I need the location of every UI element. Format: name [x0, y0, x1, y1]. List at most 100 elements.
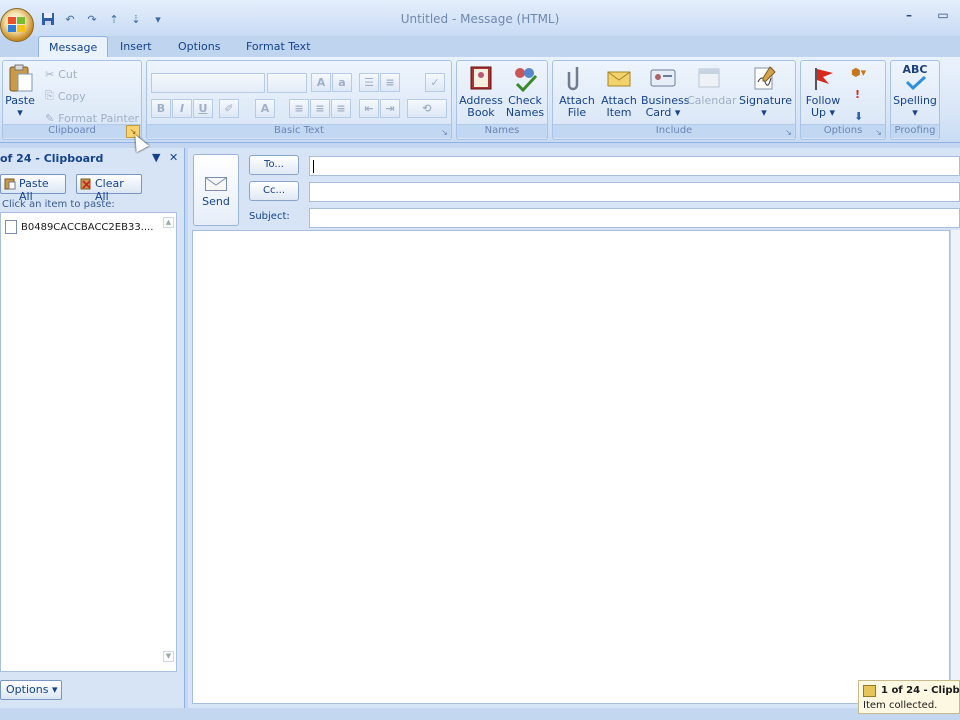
- clipboard-list-scrollbar[interactable]: ▲ ▼: [163, 217, 174, 662]
- bullets-icon[interactable]: ☰: [359, 73, 379, 92]
- tab-format-text[interactable]: Format Text: [236, 36, 321, 58]
- clipboard-notification-title: 1 of 24 - Clipbo: [881, 685, 960, 696]
- paperclip-icon: [563, 64, 591, 92]
- address-book-label-2: Book: [467, 106, 495, 119]
- shrink-font-icon[interactable]: a: [332, 73, 352, 92]
- high-importance-icon[interactable]: !: [855, 85, 860, 103]
- calendar-button[interactable]: Calendar: [687, 64, 736, 124]
- increase-indent-icon[interactable]: ⇥: [380, 99, 400, 118]
- copy-icon: ⎘: [45, 89, 54, 102]
- align-center-icon[interactable]: ≡: [310, 99, 330, 118]
- clipboard-notification-text: Item collected.: [863, 700, 938, 711]
- font-size-box[interactable]: [267, 73, 307, 93]
- basic-text-group: A a ☰ ≡ ✓ B I U ✐ A ≡ ≡ ≡ ⇤ ⇥ ⟲ Basic Te…: [146, 60, 452, 140]
- italic-icon[interactable]: I: [172, 99, 192, 118]
- clipboard-task-pane: of 24 - Clipboard ▼ ✕ Paste All Clear Al…: [0, 148, 185, 708]
- window-title: Untitled - Message (HTML): [400, 12, 560, 26]
- font-name-box[interactable]: [151, 73, 265, 93]
- clear-all-button[interactable]: Clear All: [76, 174, 142, 203]
- business-card-button[interactable]: Business Card ▾: [641, 64, 690, 124]
- office-button[interactable]: [0, 8, 34, 42]
- copy-button[interactable]: ⎘ Copy: [45, 87, 86, 105]
- format-painter-label: Format Painter: [58, 111, 139, 125]
- paste-label: Paste: [5, 94, 35, 107]
- proofing-group-label: Proofing: [891, 124, 939, 138]
- styles-icon[interactable]: ✓: [425, 73, 445, 92]
- calendar-label: Calendar: [687, 94, 737, 107]
- basic-text-launcher-icon[interactable]: ↘: [439, 127, 450, 138]
- bold-icon[interactable]: B: [151, 99, 171, 118]
- cut-button[interactable]: ✂ Cut: [45, 65, 77, 83]
- numbering-icon[interactable]: ≡: [380, 73, 400, 92]
- address-book-button[interactable]: Address Book: [459, 64, 503, 124]
- check-names-button[interactable]: Check Names: [503, 64, 547, 124]
- send-envelope-icon: [205, 177, 227, 191]
- proofing-group: ABC Spelling ▾ Proofing: [890, 60, 940, 140]
- clear-formatting-icon[interactable]: ⟲: [407, 99, 447, 118]
- align-right-icon[interactable]: ≡: [331, 99, 351, 118]
- include-launcher-icon[interactable]: ↘: [783, 127, 794, 138]
- clipboard-notification-icon: [863, 685, 876, 697]
- attach-file-button[interactable]: Attach File: [555, 64, 599, 124]
- clipboard-options-button[interactable]: Options ▾: [0, 680, 62, 700]
- cc-field[interactable]: [309, 182, 960, 202]
- abc-text: ABC: [902, 63, 928, 76]
- options-group: Follow Up ▾ ⬢▾ ! ⬇ Options ↘: [800, 60, 886, 140]
- message-body[interactable]: [192, 230, 950, 704]
- subject-label: Subject:: [249, 211, 290, 222]
- business-card-label-2: Card ▾: [645, 106, 681, 119]
- send-label: Send: [202, 195, 230, 208]
- paste-button[interactable]: Paste ▾: [3, 64, 37, 124]
- flag-icon: [809, 64, 837, 92]
- clipboard-pane-title: of 24 - Clipboard: [0, 152, 104, 165]
- spelling-button[interactable]: ABC Spelling ▾: [893, 64, 937, 124]
- ribbon: Paste ▾ ✂ Cut ⎘ Copy ✎ Format Painter Cli…: [0, 57, 960, 143]
- paste-all-icon: [4, 178, 16, 190]
- send-button[interactable]: Send: [193, 154, 239, 226]
- font-color-icon[interactable]: A: [255, 99, 275, 118]
- paste-all-button[interactable]: Paste All: [0, 174, 66, 203]
- names-group: Address Book Check Names Names: [456, 60, 548, 140]
- follow-up-button[interactable]: Follow Up ▾: [801, 64, 845, 124]
- attach-item-label-2: Item: [606, 106, 632, 119]
- subject-field[interactable]: [309, 208, 960, 228]
- attach-item-button[interactable]: Attach Item: [597, 64, 641, 124]
- decrease-indent-icon[interactable]: ⇤: [359, 99, 379, 118]
- check-names-icon: [511, 64, 539, 93]
- maximize-button[interactable]: ▭: [926, 8, 960, 28]
- signature-label: Signature: [739, 94, 793, 107]
- paste-icon: [6, 64, 34, 92]
- highlight-icon[interactable]: ✐: [219, 99, 239, 118]
- options-launcher-icon[interactable]: ↘: [873, 127, 884, 138]
- tab-insert[interactable]: Insert: [110, 36, 162, 58]
- address-book-icon: [467, 64, 495, 92]
- permission-icon[interactable]: ⬢▾: [851, 63, 866, 81]
- office-logo-icon: [8, 17, 26, 33]
- align-left-icon[interactable]: ≡: [289, 99, 309, 118]
- to-field[interactable]: [309, 156, 960, 176]
- text-caret: [313, 160, 314, 173]
- minimize-button[interactable]: –: [892, 8, 926, 28]
- clipboard-hint: Click an item to paste:: [2, 199, 115, 210]
- tab-message[interactable]: Message: [38, 36, 109, 58]
- to-button[interactable]: To...: [249, 155, 299, 175]
- tab-options[interactable]: Options: [168, 36, 230, 58]
- signature-button[interactable]: Signature ▾: [739, 64, 793, 124]
- follow-up-label-2: Up ▾: [810, 106, 836, 119]
- attach-file-label-2: File: [567, 106, 587, 119]
- include-group-label: Include: [553, 124, 795, 138]
- underline-icon[interactable]: U: [193, 99, 213, 118]
- envelope-icon: [605, 64, 633, 92]
- clipboard-group: Paste ▾ ✂ Cut ⎘ Copy ✎ Format Painter Cli…: [2, 60, 142, 140]
- clipboard-notification[interactable]: 1 of 24 - Clipbo Item collected.: [858, 680, 960, 714]
- message-body-scrollbar[interactable]: [950, 230, 960, 704]
- cc-button[interactable]: Cc...: [249, 181, 299, 201]
- include-group: Attach File Attach Item Business Card ▾ …: [552, 60, 796, 140]
- grow-font-icon[interactable]: A: [311, 73, 331, 92]
- clipboard-item[interactable]: B0489CACCBACC2EB33....: [5, 219, 153, 235]
- business-card-icon: [649, 64, 677, 92]
- pane-menu-icon[interactable]: ▼: [152, 151, 160, 164]
- pane-close-icon[interactable]: ✕: [169, 151, 178, 164]
- scissors-icon: ✂: [45, 67, 55, 81]
- low-importance-icon[interactable]: ⬇: [854, 107, 863, 125]
